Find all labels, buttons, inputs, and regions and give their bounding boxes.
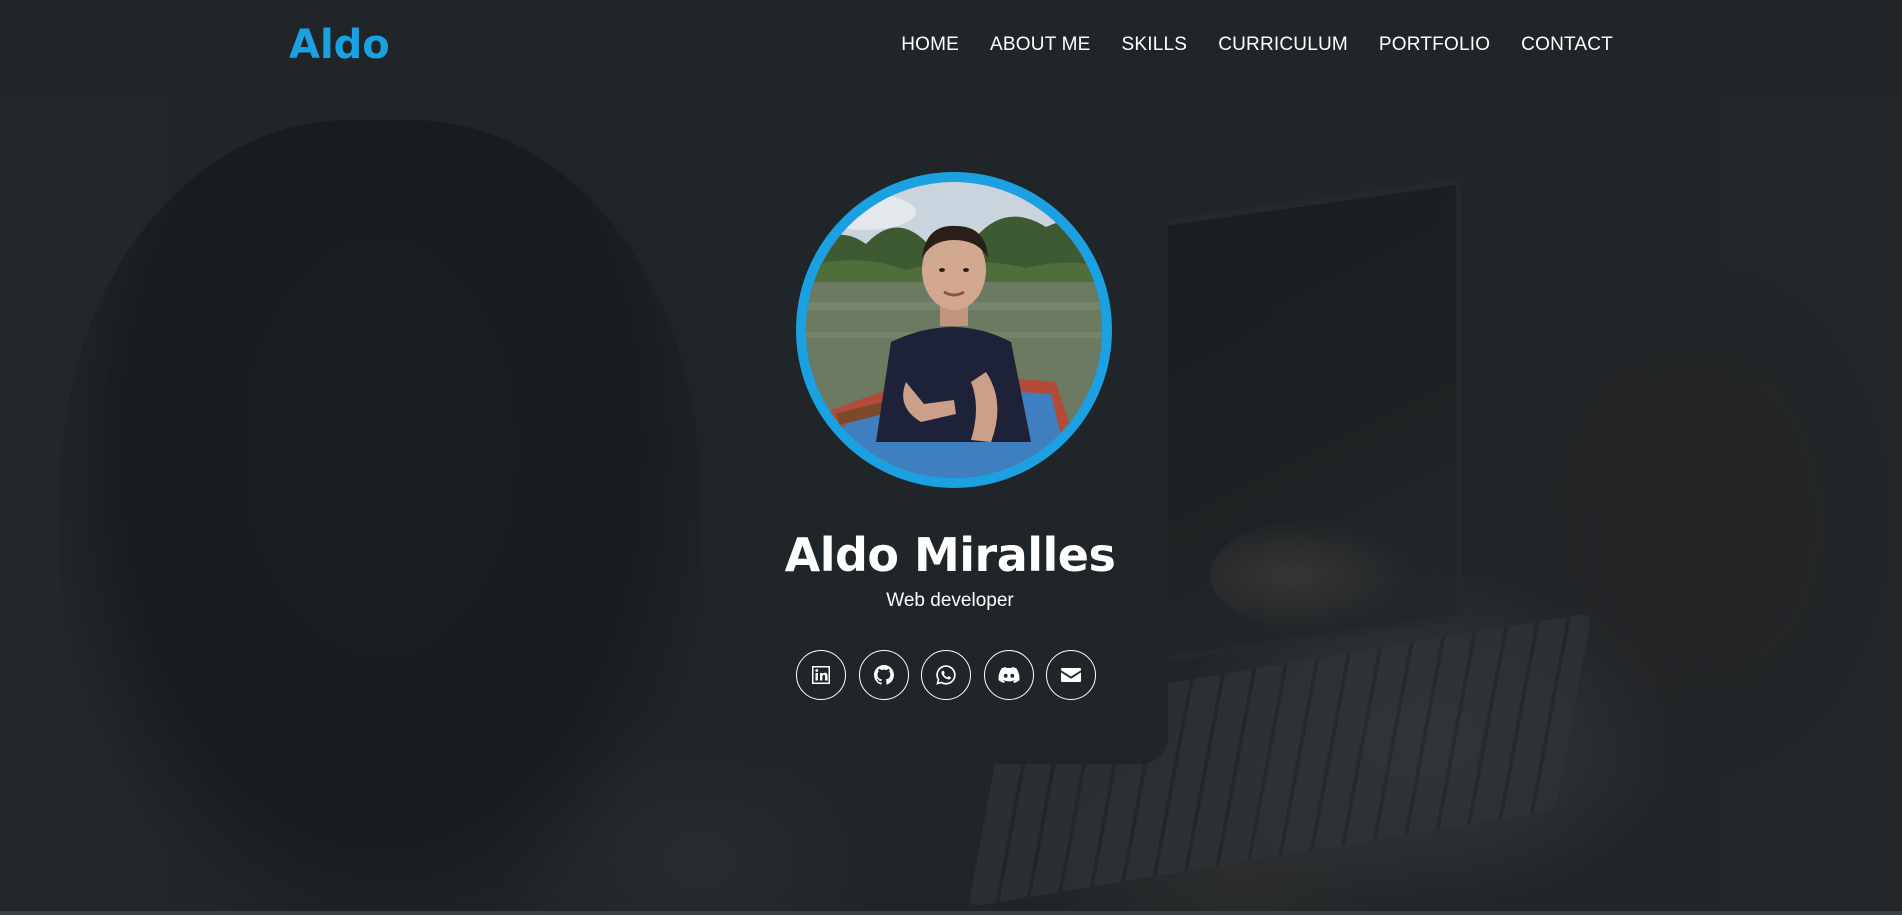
profile-avatar bbox=[796, 172, 1112, 488]
github-icon bbox=[873, 665, 894, 685]
linkedin-icon bbox=[812, 666, 830, 684]
github-button[interactable] bbox=[858, 650, 909, 700]
email-button[interactable] bbox=[1046, 650, 1096, 700]
main-nav: HOME ABOUT ME SKILLS CURRICULUM PORTFOLI… bbox=[870, 34, 1613, 56]
nav-about-me[interactable]: ABOUT ME bbox=[990, 34, 1091, 56]
nav-curriculum[interactable]: CURRICULUM bbox=[1218, 34, 1348, 56]
nav-portfolio[interactable]: PORTFOLIO bbox=[1379, 34, 1490, 56]
profile-card: Aldo Miralles Web developer bbox=[732, 146, 1168, 764]
whatsapp-icon bbox=[936, 665, 956, 685]
profile-name: Aldo Miralles bbox=[784, 528, 1116, 582]
discord-icon bbox=[998, 667, 1019, 683]
nav-home[interactable]: HOME bbox=[901, 34, 959, 56]
linkedin-button[interactable] bbox=[796, 650, 846, 700]
page: Aldo HOME ABOUT ME SKILLS CURRICULUM POR… bbox=[0, 0, 1902, 915]
profile-role: Web developer bbox=[886, 590, 1014, 611]
email-icon bbox=[1061, 668, 1081, 682]
whatsapp-button[interactable] bbox=[921, 650, 971, 700]
nav-contact[interactable]: CONTACT bbox=[1521, 34, 1613, 56]
page-bottom-edge bbox=[0, 911, 1902, 915]
site-logo[interactable]: Aldo bbox=[289, 22, 390, 68]
avatar-photo bbox=[806, 182, 1102, 478]
nav-skills[interactable]: SKILLS bbox=[1122, 34, 1188, 56]
social-links bbox=[796, 650, 1096, 700]
site-header: Aldo HOME ABOUT ME SKILLS CURRICULUM POR… bbox=[0, 0, 1902, 94]
discord-button[interactable] bbox=[983, 650, 1034, 700]
